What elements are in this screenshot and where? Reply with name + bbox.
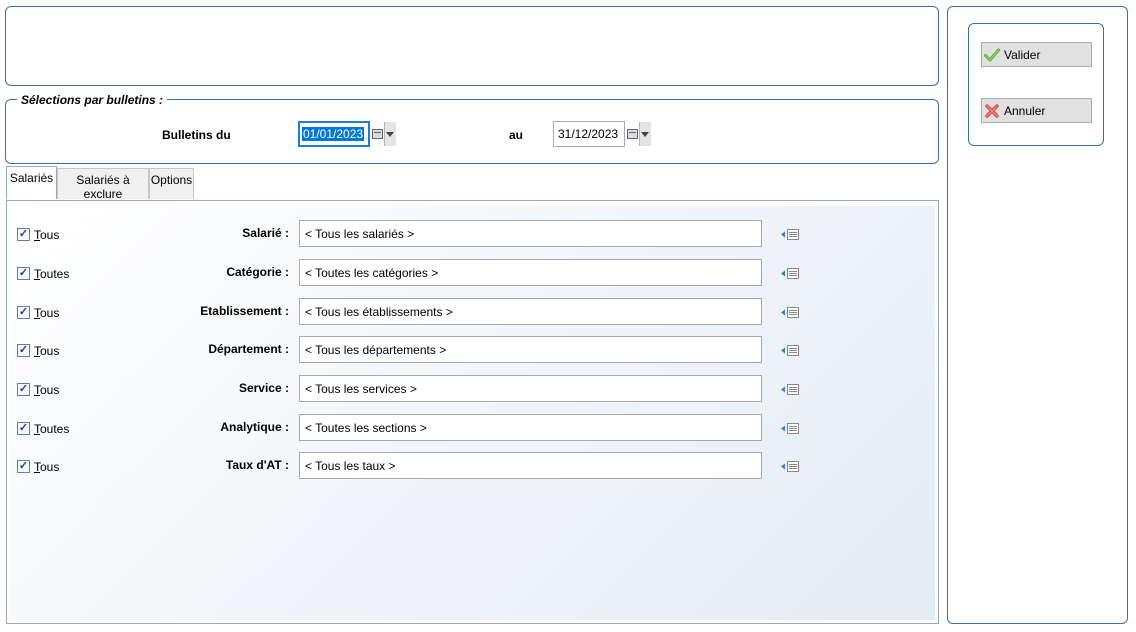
from-date-picker-button[interactable] xyxy=(370,121,396,147)
validate-button-label: Valider xyxy=(1004,47,1041,62)
all-checkbox-label[interactable]: Tous xyxy=(34,344,59,358)
from-date-input[interactable]: 01/01/2023 xyxy=(298,121,370,147)
criteria-selection-field[interactable]: < Tous les services > xyxy=(299,375,762,402)
criteria-label: Etablissement : xyxy=(200,304,289,318)
list-picker-icon[interactable] xyxy=(780,306,800,319)
action-button-group: Valider Annuler xyxy=(968,23,1104,146)
checkbox-label-rest: outes xyxy=(40,267,70,281)
list-picker-icon[interactable] xyxy=(780,344,800,357)
criteria-row: ✓ Tous Etablissement : < Tous les établisse… xyxy=(10,298,935,326)
criteria-label: Service : xyxy=(238,381,289,395)
list-picker-icon[interactable] xyxy=(780,422,800,435)
all-checkbox-label[interactable]: Toutes xyxy=(34,267,69,281)
list-picker-icon[interactable] xyxy=(780,383,800,396)
chevron-down-icon xyxy=(638,122,651,146)
all-checkbox[interactable]: ✓ xyxy=(17,306,30,319)
criteria-selection-field[interactable]: < Tous les départements > xyxy=(299,336,762,363)
chevron-down-icon xyxy=(383,122,396,146)
checkbox-label-rest: ous xyxy=(40,344,60,358)
criteria-row: ✓ Tous Salarié : < Tous les salariés > xyxy=(10,220,935,248)
all-checkbox[interactable]: ✓ xyxy=(17,460,30,473)
list-picker-icon[interactable] xyxy=(780,228,800,241)
to-date-input[interactable]: 31/12/2023 xyxy=(553,121,625,147)
selection-group: Sélections par bulletins : Bulletins du … xyxy=(5,94,939,164)
checkbox-label-rest: ous xyxy=(40,383,60,397)
calendar-icon xyxy=(627,129,638,139)
criteria-selection-field[interactable]: < Tous les salariés > xyxy=(299,220,762,247)
criteria-selection-field[interactable]: < Toutes les sections > xyxy=(299,414,762,441)
checkbox-label-rest: ous xyxy=(40,228,60,242)
checkmark-icon: ✓ xyxy=(18,460,29,472)
checkmark-icon: ✓ xyxy=(18,306,29,318)
checkmark-icon xyxy=(984,48,1000,61)
from-date-label: Bulletins du xyxy=(162,128,231,142)
cancel-button[interactable]: Annuler xyxy=(981,98,1092,123)
checkbox-label-rest: ous xyxy=(40,306,60,320)
criteria-label: Taux d'AT : xyxy=(225,458,289,472)
all-checkbox-label[interactable]: Tous xyxy=(34,228,59,242)
checkmark-icon: ✓ xyxy=(18,383,29,395)
criteria-label: Département : xyxy=(208,342,289,356)
list-picker-icon[interactable] xyxy=(780,460,800,473)
checkmark-icon: ✓ xyxy=(18,422,29,434)
calendar-icon xyxy=(372,129,383,139)
criteria-row: ✓ Tous Service : < Tous les services > xyxy=(10,375,935,403)
all-checkbox[interactable]: ✓ xyxy=(17,228,30,241)
criteria-selection-field[interactable]: < Tous les taux > xyxy=(299,452,762,479)
criteria-label: Catégorie : xyxy=(226,265,289,279)
validate-button[interactable]: Valider xyxy=(981,42,1092,67)
to-date-picker-button[interactable] xyxy=(625,121,651,147)
selection-group-legend: Sélections par bulletins : xyxy=(17,94,168,106)
criteria-selection-field[interactable]: < Toutes les catégories > xyxy=(299,259,762,286)
all-checkbox-label[interactable]: Tous xyxy=(34,460,59,474)
all-checkbox[interactable]: ✓ xyxy=(17,344,30,357)
criteria-label: Salarié : xyxy=(242,226,289,240)
all-checkbox-label[interactable]: Toutes xyxy=(34,422,69,436)
criteria-selection-field[interactable]: < Tous les établissements > xyxy=(299,298,762,325)
cancel-button-label: Annuler xyxy=(1004,103,1046,118)
criteria-row: ✓ Toutes Catégorie : < Toutes les catégorie… xyxy=(10,259,935,287)
criteria-row: ✓ Toutes Analytique : < Toutes les sections… xyxy=(10,414,935,442)
tab-content-background: ✓ Tous Salarié : < Tous les salariés > ✓ Tout… xyxy=(10,206,935,620)
tab-salaries-exclure[interactable]: Salariés à exclure xyxy=(57,168,149,201)
criteria-label: Analytique : xyxy=(220,420,289,434)
checkmark-icon: ✓ xyxy=(18,267,29,279)
criteria-row: ✓ Tous Département : < Tous les département… xyxy=(10,336,935,364)
cross-icon xyxy=(985,103,999,118)
all-checkbox[interactable]: ✓ xyxy=(17,422,30,435)
checkmark-icon: ✓ xyxy=(18,344,29,356)
all-checkbox-label[interactable]: Tous xyxy=(34,306,59,320)
to-date-label: au xyxy=(509,128,524,142)
list-picker-icon[interactable] xyxy=(780,267,800,280)
tab-content-salaries: ✓ Tous Salarié : < Tous les salariés > ✓ Tout… xyxy=(6,200,939,624)
checkbox-label-rest: ous xyxy=(40,460,60,474)
all-checkbox[interactable]: ✓ xyxy=(17,383,30,396)
tab-salaries[interactable]: Salariés xyxy=(6,166,57,199)
all-checkbox[interactable]: ✓ xyxy=(17,267,30,280)
all-checkbox-label[interactable]: Tous xyxy=(34,383,59,397)
criteria-row: ✓ Tous Taux d'AT : < Tous les taux > xyxy=(10,452,935,480)
checkbox-label-rest: outes xyxy=(40,422,70,436)
header-panel xyxy=(5,6,939,86)
tab-options[interactable]: Options xyxy=(149,168,194,199)
checkmark-icon: ✓ xyxy=(18,228,29,240)
